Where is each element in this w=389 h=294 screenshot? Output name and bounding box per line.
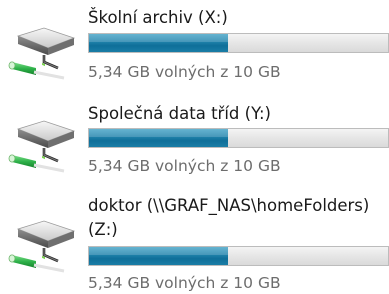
drive-name: doktor (\\GRAF_NAS\homeFolders): [88, 196, 370, 215]
drive-item-school-archive[interactable]: Školní archiv (X:) 5,34 GB volných z 10 …: [0, 0, 389, 90]
drive-item-shared-class-data[interactable]: Společná data tříd (Y:) 5,34 GB volných …: [0, 93, 389, 181]
drive-usage-bar: [88, 246, 389, 266]
drive-free-space-text: 5,34 GB volných z 10 GB: [88, 157, 281, 175]
network-drive-icon: [4, 115, 78, 173]
network-drive-icon: [4, 22, 78, 80]
drive-name-letter: (Z:): [88, 220, 118, 239]
drive-usage-fill: [89, 129, 229, 147]
drive-usage-fill: [89, 247, 229, 265]
drive-item-home-folder[interactable]: doktor (\\GRAF_NAS\homeFolders) (Z:) 5,3…: [0, 185, 389, 294]
drive-name: Společná data tříd (Y:): [88, 104, 271, 123]
drive-usage-bar: [88, 33, 389, 53]
network-drive-icon: [4, 215, 78, 273]
drive-usage-fill: [89, 34, 229, 52]
drive-free-space-text: 5,34 GB volných z 10 GB: [88, 63, 281, 81]
drive-usage-bar: [88, 128, 389, 148]
drive-free-space-text: 5,34 GB volných z 10 GB: [88, 274, 281, 292]
drive-name: Školní archiv (X:): [88, 8, 228, 27]
